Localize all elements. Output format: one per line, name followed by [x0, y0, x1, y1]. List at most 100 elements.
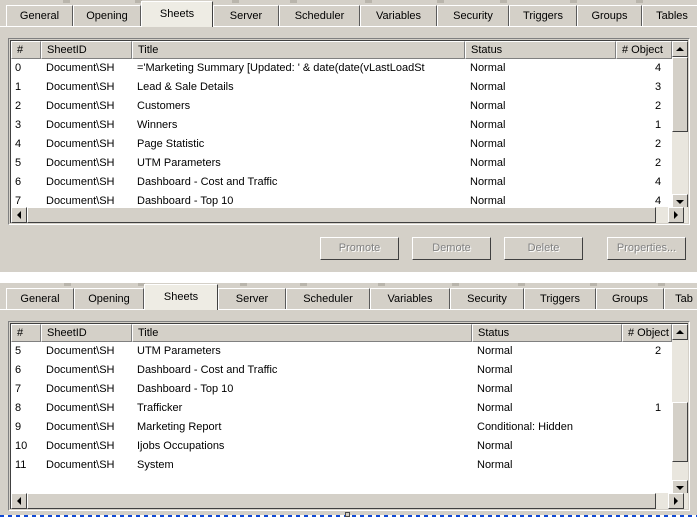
tab-strip-bottom[interactable]: General Opening Sheets Server Scheduler … — [0, 283, 697, 311]
table-row[interactable]: 11 Document\SH System Normal — [11, 456, 688, 475]
cell-number: 11 — [15, 459, 27, 471]
tab-security[interactable]: Security — [450, 288, 524, 309]
tab-sheets[interactable]: Sheets — [141, 1, 213, 27]
cell-number: 10 — [15, 440, 28, 452]
table-row[interactable]: 2 Document\SH Customers Normal 2 — [11, 97, 688, 116]
tab-tables[interactable]: Tables — [642, 5, 697, 26]
sheets-grid-top: # SheetID Title Status # Object 0 Docume… — [8, 38, 690, 225]
tab-groups[interactable]: Groups — [596, 288, 664, 309]
cell-sheetid: Document\SH — [46, 157, 115, 169]
grid-header-row-top: # SheetID Title Status # Object — [11, 41, 688, 59]
tab-general[interactable]: General — [6, 288, 74, 309]
scroll-left-button[interactable] — [11, 493, 27, 509]
cell-title: System — [137, 459, 174, 471]
cell-number: 4 — [15, 138, 22, 150]
scroll-up-button[interactable] — [672, 324, 688, 340]
cell-status: Normal — [470, 62, 506, 74]
cell-status: Normal — [470, 138, 506, 150]
cell-sheetid: Document\SH — [46, 81, 115, 93]
column-header-status[interactable]: Status — [472, 324, 622, 342]
scroll-left-arrow-icon — [17, 211, 21, 219]
cell-number: 0 — [15, 62, 22, 74]
cell-title: Page Statistic — [137, 138, 205, 150]
column-header-object-count[interactable]: # Object — [622, 324, 672, 342]
tab-nub — [365, 0, 372, 3]
table-row[interactable]: 5 Document\SH UTM Parameters Normal 2 — [11, 342, 688, 361]
delete-button[interactable]: Delete — [504, 237, 583, 260]
tab-nub — [232, 0, 239, 3]
table-row[interactable]: 8 Document\SH Trafficker Normal 1 — [11, 399, 688, 418]
table-row[interactable]: 0 Document\SH ='Marketing Summary [Updat… — [11, 59, 688, 78]
cell-title: Winners — [137, 119, 178, 131]
horizontal-scrollbar-thumb[interactable] — [27, 207, 656, 223]
cell-title: Ijobs Occupations — [137, 440, 225, 452]
scroll-left-button[interactable] — [11, 207, 27, 223]
table-row[interactable]: 10 Document\SH Ijobs Occupations Normal — [11, 437, 688, 456]
table-row[interactable]: 6 Document\SH Dashboard - Cost and Traff… — [11, 173, 688, 192]
scroll-up-button[interactable] — [672, 41, 688, 57]
cell-status: Normal — [477, 364, 513, 376]
cell-status: Normal — [477, 459, 513, 471]
cell-number: 5 — [15, 157, 22, 169]
tab-triggers[interactable]: Triggers — [509, 5, 577, 26]
column-header-sheetid[interactable]: SheetID — [41, 324, 132, 342]
tab-scheduler[interactable]: Scheduler — [286, 288, 370, 309]
tab-server[interactable]: Server — [213, 5, 279, 26]
column-header-status[interactable]: Status — [465, 41, 616, 59]
column-header-object-count[interactable]: # Object — [616, 41, 672, 59]
cell-status: Normal — [477, 345, 513, 357]
demote-button[interactable]: Demote — [412, 237, 491, 260]
cell-number: 3 — [15, 119, 22, 131]
vertical-scrollbar-thumb[interactable] — [672, 57, 688, 132]
selection-handle[interactable] — [345, 512, 350, 517]
tab-triggers[interactable]: Triggers — [524, 288, 596, 309]
tab-variables[interactable]: Variables — [370, 288, 450, 309]
tab-variables[interactable]: Variables — [360, 5, 437, 26]
column-header-number[interactable]: # — [11, 324, 41, 342]
cell-sheetid: Document\SH — [46, 383, 115, 395]
column-header-title[interactable]: Title — [132, 41, 465, 59]
cell-sheetid: Document\SH — [46, 62, 115, 74]
cell-status: Normal — [470, 176, 506, 188]
column-header-sheetid[interactable]: SheetID — [41, 41, 132, 59]
tab-scheduler[interactable]: Scheduler — [279, 5, 360, 26]
table-row[interactable]: 4 Document\SH Page Statistic Normal 2 — [11, 135, 688, 154]
table-row[interactable]: 9 Document\SH Marketing Report Condition… — [11, 418, 688, 437]
vertical-scrollbar-thumb[interactable] — [672, 402, 688, 462]
properties-button[interactable]: Properties... — [607, 237, 686, 260]
table-row[interactable]: 3 Document\SH Winners Normal 1 — [11, 116, 688, 135]
horizontal-scrollbar-bottom[interactable] — [11, 493, 688, 509]
column-header-title[interactable]: Title — [132, 324, 472, 342]
tab-opening[interactable]: Opening — [74, 288, 144, 309]
tab-tables[interactable]: Tab — [664, 288, 697, 309]
scroll-right-button[interactable] — [668, 207, 684, 223]
cell-sheetid: Document\SH — [46, 402, 115, 414]
cell-title: UTM Parameters — [137, 157, 221, 169]
tab-sheets[interactable]: Sheets — [144, 284, 218, 310]
table-row[interactable]: 6 Document\SH Dashboard - Cost and Traff… — [11, 361, 688, 380]
tab-security[interactable]: Security — [437, 5, 509, 26]
tab-general[interactable]: General — [6, 5, 73, 26]
vertical-scrollbar-top[interactable] — [672, 41, 688, 210]
horizontal-scrollbar-top[interactable] — [11, 207, 688, 223]
scroll-left-arrow-icon — [17, 497, 21, 505]
tab-opening[interactable]: Opening — [73, 5, 141, 26]
table-row[interactable]: 5 Document\SH UTM Parameters Normal 2 — [11, 154, 688, 173]
scroll-down-arrow-icon — [676, 200, 684, 204]
tab-strip-top[interactable]: General Opening Sheets Server Scheduler … — [0, 0, 697, 28]
cell-number: 7 — [15, 383, 22, 395]
tab-nub — [636, 0, 643, 3]
tab-groups[interactable]: Groups — [577, 5, 642, 26]
tab-server[interactable]: Server — [218, 288, 286, 309]
horizontal-scrollbar-thumb[interactable] — [27, 493, 656, 509]
table-row[interactable]: 1 Document\SH Lead & Sale Details Normal… — [11, 78, 688, 97]
table-row[interactable]: 7 Document\SH Dashboard - Top 10 Normal — [11, 380, 688, 399]
tab-nub — [64, 283, 71, 286]
scroll-right-button[interactable] — [668, 493, 684, 509]
vertical-scrollbar-bottom[interactable] — [672, 324, 688, 496]
cell-title: Customers — [137, 100, 191, 112]
cell-status: Normal — [470, 81, 506, 93]
column-header-number[interactable]: # — [11, 41, 41, 59]
scroll-right-arrow-icon — [674, 211, 678, 219]
promote-button[interactable]: Promote — [320, 237, 399, 260]
